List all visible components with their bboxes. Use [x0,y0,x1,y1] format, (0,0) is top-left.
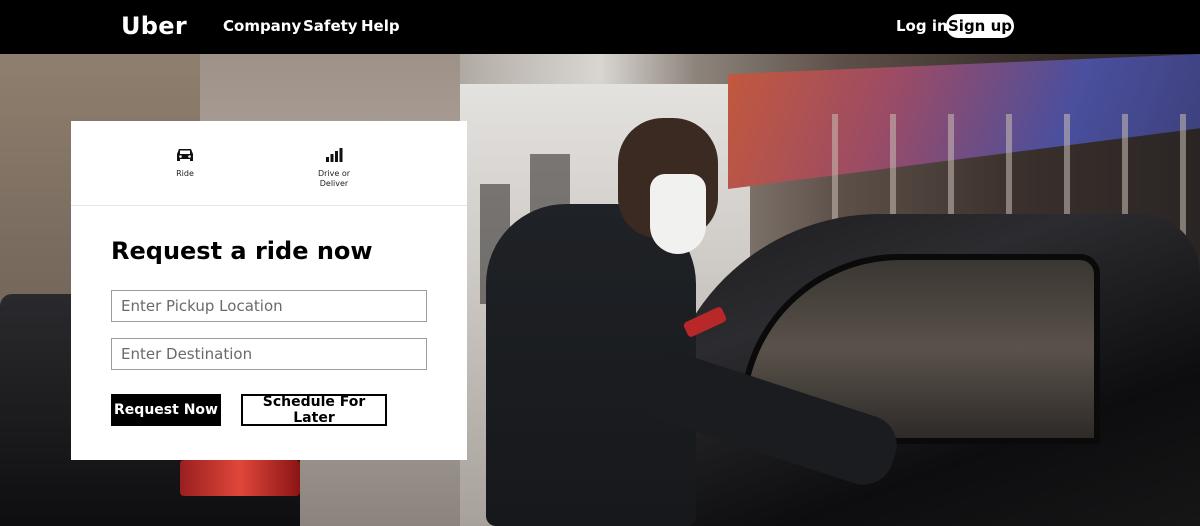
nav-company-link[interactable]: Company [223,17,301,35]
uber-logo[interactable]: Uber [121,12,187,40]
login-link[interactable]: Log in [896,17,948,35]
nav-help-link[interactable]: Help [361,17,400,35]
card-title: Request a ride now [111,237,373,265]
top-nav: Uber Company Safety Help Log in Sign up [0,0,1200,54]
tab-drive-label: Drive or Deliver [317,169,351,188]
signal-bars-icon [325,147,343,163]
service-tabs: Ride Drive or Deliver [71,121,467,206]
tab-drive-or-deliver[interactable]: Drive or Deliver [309,147,359,189]
car-tail-light [180,460,300,496]
destination-input[interactable] [111,338,427,370]
car-icon [175,147,195,163]
ride-request-card: Ride Drive or Deliver Request a ride now… [71,121,467,460]
nav-safety-link[interactable]: Safety [303,17,358,35]
request-now-button[interactable]: Request Now [111,394,221,426]
tab-ride-label: Ride [176,169,194,178]
face-mask [650,174,706,254]
signup-button[interactable]: Sign up [946,14,1014,38]
schedule-for-later-button[interactable]: Schedule For Later [241,394,387,426]
pickup-location-input[interactable] [111,290,427,322]
tab-ride[interactable]: Ride [163,147,207,179]
